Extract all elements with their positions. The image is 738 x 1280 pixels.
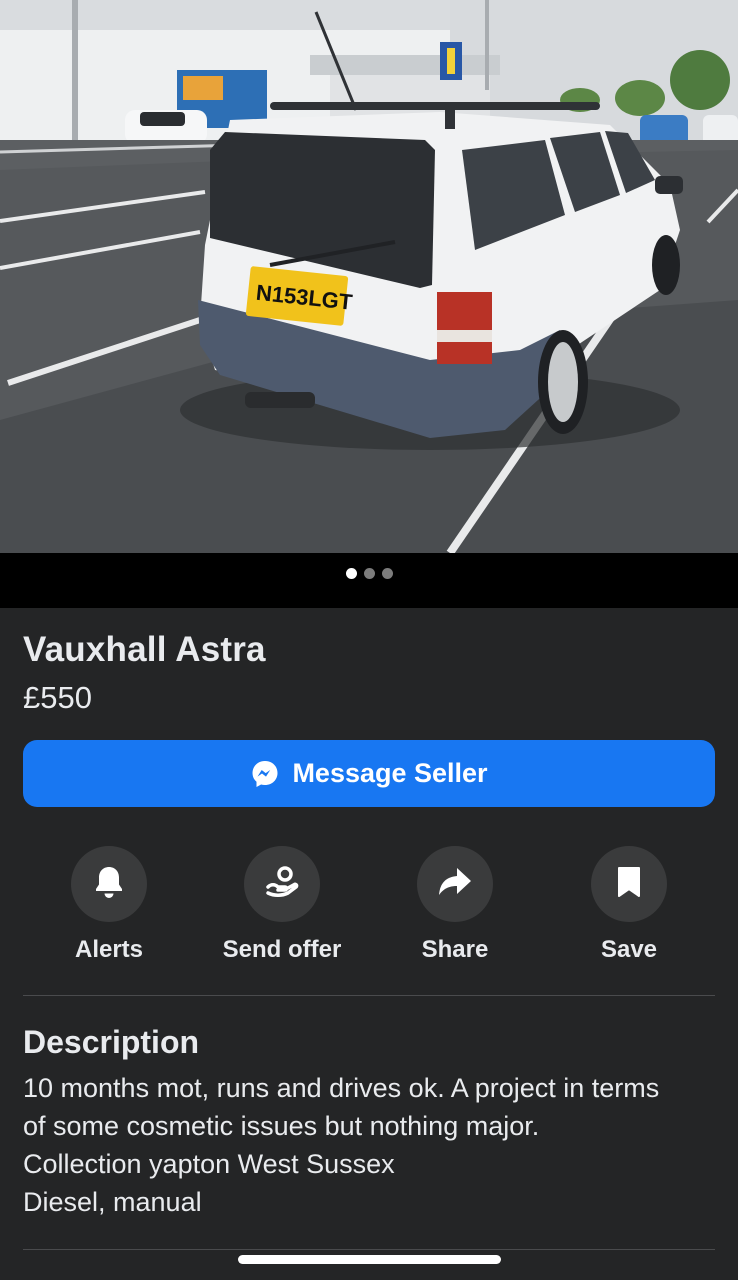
- action-row: Alerts Send offer Share Save: [23, 846, 715, 966]
- photo-pager[interactable]: [0, 568, 738, 580]
- offer-hand-icon: [264, 864, 300, 905]
- photo-carousel[interactable]: N153LGT: [0, 0, 738, 608]
- messenger-icon: [250, 759, 280, 789]
- pager-dot-active[interactable]: [345, 568, 357, 579]
- listing-screen: N153LGT Vauxhall Astra £550 Message Sell…: [0, 0, 738, 1280]
- divider: [23, 995, 715, 996]
- pager-dot[interactable]: [363, 568, 375, 579]
- home-indicator[interactable]: [238, 1255, 501, 1264]
- message-seller-button[interactable]: Message Seller: [23, 740, 715, 807]
- bell-icon: [93, 865, 125, 904]
- save-button[interactable]: Save: [549, 846, 709, 964]
- alerts-circle[interactable]: [71, 846, 147, 922]
- pager-dot[interactable]: [381, 568, 393, 579]
- description-line: of some cosmetic issues but nothing majo…: [23, 1111, 540, 1141]
- listing-title: Vauxhall Astra: [23, 630, 266, 669]
- alerts-button[interactable]: Alerts: [29, 846, 189, 964]
- send-offer-circle[interactable]: [244, 846, 320, 922]
- save-circle[interactable]: [591, 846, 667, 922]
- share-arrow-icon: [437, 866, 473, 903]
- description-body: 10 months mot, runs and drives ok. A pro…: [23, 1069, 723, 1221]
- description-line: 10 months mot, runs and drives ok. A pro…: [23, 1073, 660, 1103]
- message-seller-label: Message Seller: [292, 758, 488, 788]
- description-line: Diesel, manual: [23, 1187, 202, 1217]
- description-heading: Description: [23, 1024, 200, 1060]
- share-circle[interactable]: [417, 846, 493, 922]
- description-line: Collection yapton West Sussex: [23, 1149, 395, 1179]
- alerts-label: Alerts: [74, 936, 144, 963]
- bookmark-icon: [616, 865, 642, 904]
- listing-photo[interactable]: N153LGT: [0, 0, 738, 553]
- divider: [23, 1249, 715, 1250]
- save-label: Save: [600, 936, 658, 963]
- send-offer-label: Send offer: [222, 936, 342, 963]
- send-offer-button[interactable]: Send offer: [202, 846, 362, 964]
- share-button[interactable]: Share: [375, 846, 535, 964]
- listing-price: £550: [23, 680, 92, 715]
- share-label: Share: [421, 936, 489, 963]
